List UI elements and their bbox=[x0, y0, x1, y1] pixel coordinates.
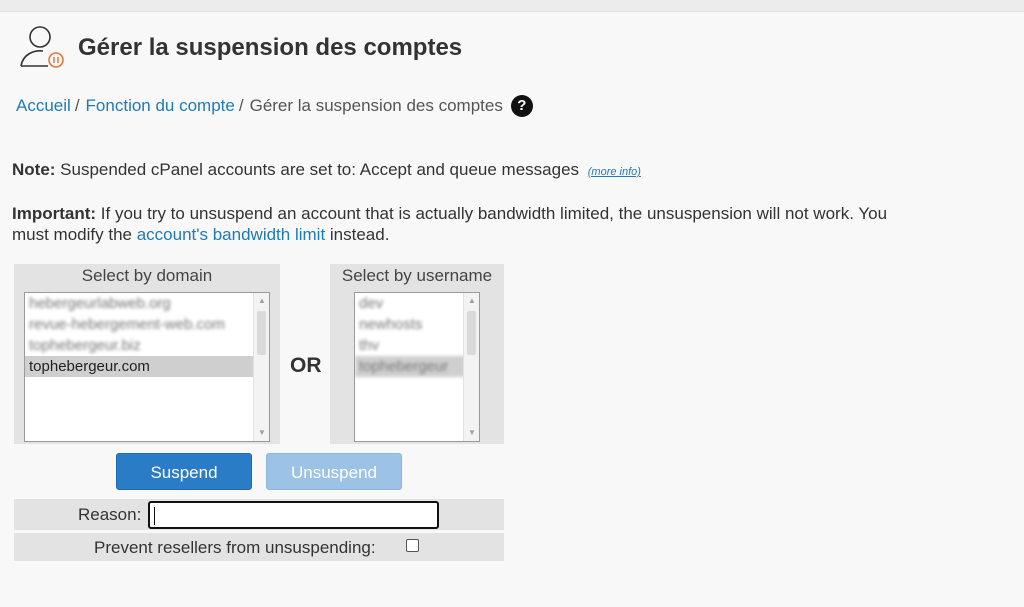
scroll-up-icon[interactable]: ▲ bbox=[254, 293, 269, 309]
breadcrumb-home-link[interactable]: Accueil bbox=[16, 96, 71, 116]
username-option[interactable]: thv bbox=[355, 335, 479, 356]
or-label: OR bbox=[290, 354, 322, 377]
username-select-panel: Select by username dev newhosts thv toph… bbox=[330, 264, 504, 444]
unsuspend-button[interactable]: Unsuspend bbox=[266, 453, 402, 490]
domain-option[interactable]: hebergeurlabweb.org bbox=[25, 293, 269, 314]
breadcrumb-section-link[interactable]: Fonction du compte bbox=[86, 96, 235, 116]
page-title: Gérer la suspension des comptes bbox=[78, 34, 463, 61]
breadcrumb-separator: / bbox=[238, 96, 244, 115]
reason-row: Reason: bbox=[14, 499, 504, 530]
scroll-thumb[interactable] bbox=[257, 311, 266, 355]
scroll-up-icon[interactable]: ▲ bbox=[464, 293, 479, 309]
username-select-list[interactable]: dev newhosts thv tophebergeur ▲ ▼ bbox=[354, 292, 480, 442]
breadcrumb-separator: / bbox=[74, 96, 80, 115]
domain-list-scrollbar[interactable]: ▲ ▼ bbox=[253, 293, 269, 441]
domain-select-list[interactable]: hebergeurlabweb.org revue-hebergement-we… bbox=[24, 292, 270, 442]
username-option-selected[interactable]: tophebergeur bbox=[355, 356, 479, 377]
prevent-row: Prevent resellers from unsuspending: bbox=[14, 533, 504, 561]
reason-label: Reason: bbox=[78, 505, 142, 524]
top-bar bbox=[0, 0, 1024, 12]
domain-option[interactable]: tophebergeur.biz bbox=[25, 335, 269, 356]
username-list-scrollbar[interactable]: ▲ ▼ bbox=[463, 293, 479, 441]
domain-option[interactable]: revue-hebergement-web.com bbox=[25, 314, 269, 335]
important-body-end: instead. bbox=[325, 225, 390, 244]
breadcrumb: Accueil / Fonction du compte / Gérer la … bbox=[16, 95, 533, 117]
username-option[interactable]: dev bbox=[355, 293, 479, 314]
help-icon[interactable]: ? bbox=[510, 95, 533, 117]
bandwidth-limit-link[interactable]: account's bandwidth limit bbox=[137, 225, 325, 244]
scroll-down-icon[interactable]: ▼ bbox=[254, 425, 269, 441]
page-header: Gérer la suspension des comptes bbox=[16, 24, 462, 72]
domain-select-title: Select by domain bbox=[14, 264, 280, 288]
domain-select-panel: Select by domain hebergeurlabweb.org rev… bbox=[14, 264, 280, 444]
breadcrumb-current: Gérer la suspension des comptes bbox=[249, 96, 503, 115]
user-pause-icon bbox=[16, 24, 68, 72]
prevent-label: Prevent resellers from unsuspending: bbox=[94, 538, 376, 557]
reason-input[interactable] bbox=[148, 501, 439, 529]
username-select-title: Select by username bbox=[330, 264, 504, 288]
important-label: Important: bbox=[12, 204, 97, 223]
username-option[interactable]: newhosts bbox=[355, 314, 479, 335]
scroll-thumb[interactable] bbox=[467, 311, 476, 355]
suspend-button[interactable]: Suspend bbox=[116, 453, 252, 490]
note-body: Suspended cPanel accounts are set to: Ac… bbox=[55, 160, 580, 179]
important-text: Important: If you try to unsuspend an ac… bbox=[12, 203, 892, 245]
prevent-checkbox[interactable] bbox=[406, 539, 419, 552]
note-label: Note: bbox=[12, 160, 56, 179]
scroll-down-icon[interactable]: ▼ bbox=[464, 425, 479, 441]
more-info-link[interactable]: (more info) bbox=[588, 166, 641, 178]
note-text: Note: Suspended cPanel accounts are set … bbox=[12, 160, 641, 180]
text-caret bbox=[154, 507, 155, 525]
domain-option-selected[interactable]: tophebergeur.com bbox=[25, 356, 269, 377]
